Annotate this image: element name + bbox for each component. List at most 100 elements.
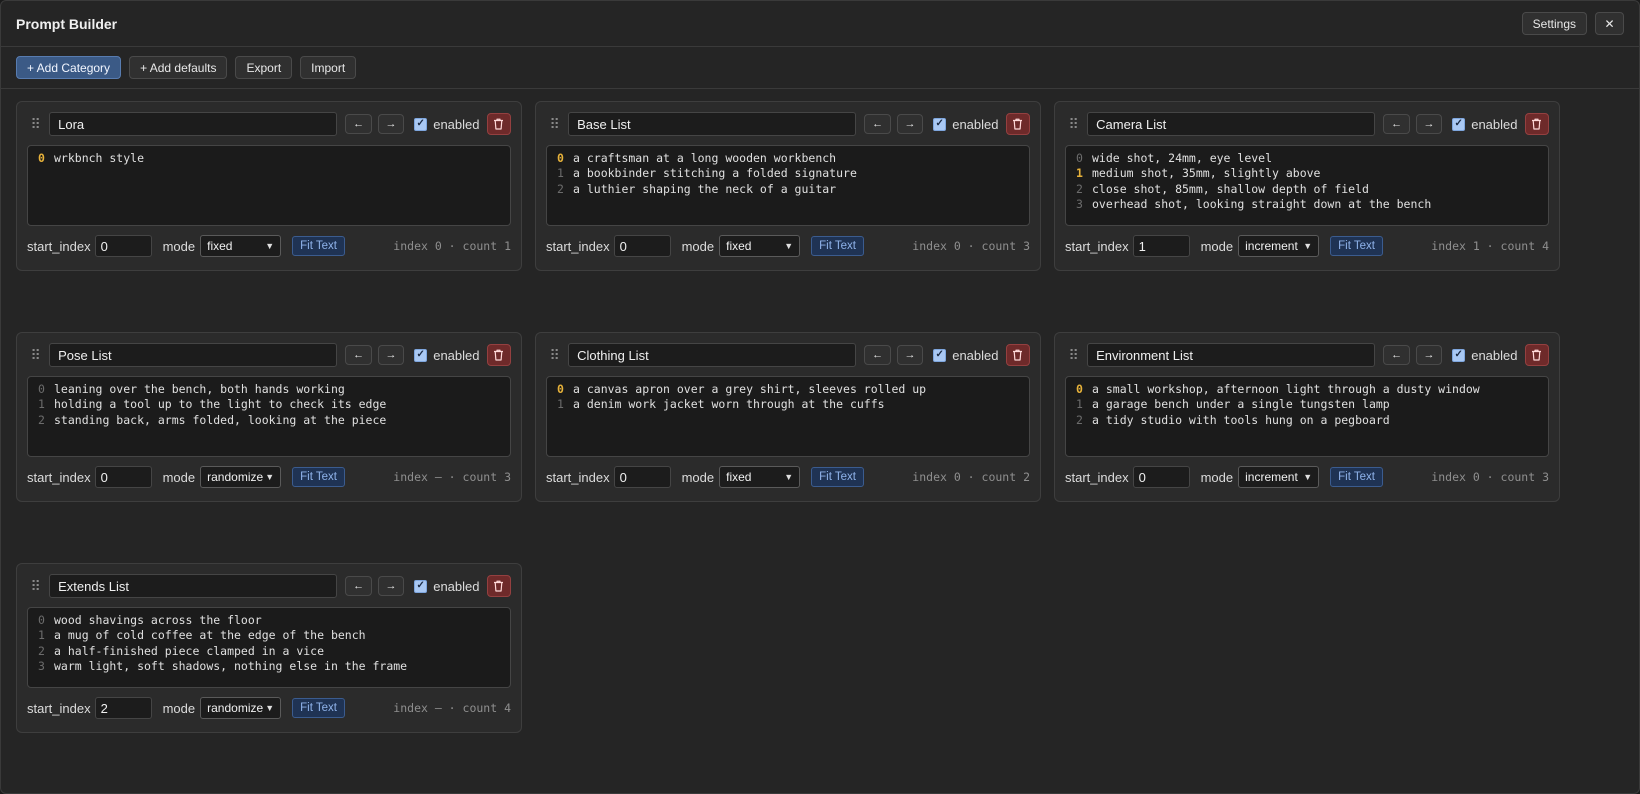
prompt-list-textarea[interactable]: 0 wide shot, 24mm, eye level 1 medium shot,…: [1065, 145, 1549, 226]
enabled-checkbox[interactable]: ✓: [1452, 117, 1466, 131]
drag-handle-icon[interactable]: ⠿: [1067, 348, 1080, 362]
fit-text-button[interactable]: Fit Text: [1330, 467, 1383, 487]
list-item-text: a bookbinder stitching a folded signatur…: [573, 166, 857, 181]
delete-button[interactable]: [486, 113, 512, 135]
category-name-input[interactable]: [49, 112, 338, 136]
enabled-toggle[interactable]: ✓ enabled: [1452, 117, 1518, 132]
close-button[interactable]: ✕: [1595, 12, 1624, 35]
prompt-list-textarea[interactable]: 0 wrkbnch style: [27, 145, 511, 226]
fit-text-button[interactable]: Fit Text: [292, 236, 345, 256]
enabled-toggle[interactable]: ✓ enabled: [1452, 348, 1518, 363]
mode-select[interactable]: fixed ▼: [719, 466, 801, 488]
enabled-toggle[interactable]: ✓ enabled: [414, 117, 480, 132]
drag-handle-icon[interactable]: ⠿: [548, 348, 561, 362]
line-number: 1: [557, 397, 564, 412]
mode-select[interactable]: fixed ▼: [719, 235, 801, 257]
move-left-button[interactable]: ←: [1383, 114, 1410, 134]
list-item-text: a denim work jacket worn through at the …: [573, 397, 885, 412]
prompt-list-textarea[interactable]: 0 wood shavings across the floor 1 a mug of…: [27, 607, 511, 688]
enabled-checkbox[interactable]: ✓: [1452, 348, 1466, 362]
move-right-button[interactable]: →: [896, 114, 924, 134]
start-index-label: start_index: [546, 469, 610, 485]
enabled-checkbox[interactable]: ✓: [933, 348, 947, 362]
list-item-text: wide shot, 24mm, eye level: [1092, 151, 1273, 165]
category-name-input[interactable]: [568, 112, 857, 136]
add-defaults-button[interactable]: + Add defaults: [129, 56, 228, 79]
move-left-button[interactable]: ←: [864, 345, 891, 365]
drag-handle-icon[interactable]: ⠿: [29, 348, 42, 362]
trash-icon: [1532, 118, 1542, 130]
export-button[interactable]: Export: [235, 56, 293, 79]
index-count-status: index 0 · count 1: [393, 239, 511, 253]
drag-handle-icon[interactable]: ⠿: [1067, 117, 1080, 131]
start-index-input[interactable]: [94, 466, 152, 488]
prompt-list-textarea[interactable]: 0 a canvas apron over a grey shirt, sleev…: [546, 376, 1030, 457]
mode-select[interactable]: randomize ▼: [200, 697, 282, 719]
import-button[interactable]: Import: [300, 56, 357, 79]
delete-button[interactable]: [1524, 113, 1550, 135]
move-left-button[interactable]: ←: [345, 345, 372, 365]
mode-select[interactable]: randomize ▼: [200, 466, 282, 488]
enabled-toggle[interactable]: ✓ enabled: [414, 347, 480, 363]
start-index-input[interactable]: [1132, 466, 1190, 488]
enabled-toggle[interactable]: ✓ enabled: [414, 579, 480, 594]
move-right-button[interactable]: →: [896, 345, 924, 365]
move-right-button[interactable]: →: [1415, 114, 1443, 134]
mode-select[interactable]: fixed ▼: [200, 235, 282, 257]
start-index-input[interactable]: [613, 466, 671, 488]
prompt-list-textarea[interactable]: 0a craftsman at a long wooden workbench 1…: [546, 145, 1030, 226]
drag-handle-icon[interactable]: ⠿: [29, 117, 42, 131]
delete-button[interactable]: [1005, 344, 1031, 366]
start-index-input[interactable]: [1132, 235, 1190, 257]
category-name-input[interactable]: [568, 343, 857, 367]
move-right-button[interactable]: →: [377, 576, 405, 596]
enabled-checkbox[interactable]: ✓: [414, 348, 428, 362]
category-name-input[interactable]: [1087, 343, 1376, 367]
category-name-input[interactable]: [49, 343, 338, 367]
drag-handle-icon[interactable]: ⠿: [548, 117, 561, 131]
index-count-status: index 0 · count 2: [912, 470, 1030, 484]
list-item: 0 a canvas apron over a grey shirt, sleev…: [557, 382, 1019, 397]
move-left-button[interactable]: ←: [1383, 345, 1410, 365]
mode-select[interactable]: increment ▼: [1238, 466, 1320, 488]
move-left-button[interactable]: ←: [345, 576, 372, 596]
enabled-toggle[interactable]: ✓ enabled: [933, 117, 999, 132]
enabled-checkbox[interactable]: ✓: [414, 117, 428, 131]
prompt-list-textarea[interactable]: 0 leaning over the bench, both hands work…: [27, 376, 511, 457]
category-name-input[interactable]: [49, 574, 338, 598]
start-index-input[interactable]: [94, 235, 152, 257]
enabled-checkbox[interactable]: ✓: [933, 117, 947, 131]
fit-text-button[interactable]: Fit Text: [811, 467, 864, 487]
delete-button[interactable]: [1524, 344, 1550, 366]
add-category-button[interactable]: + Add Category: [16, 56, 122, 79]
delete-button[interactable]: [1005, 113, 1031, 135]
enabled-label: enabled: [433, 347, 480, 363]
enabled-toggle[interactable]: ✓ enabled: [933, 348, 999, 363]
card-header: ⠿ ← → ✓ enabled: [27, 112, 512, 136]
enabled-checkbox[interactable]: ✓: [414, 579, 428, 593]
fit-text-button[interactable]: Fit Text: [811, 236, 864, 256]
settings-button[interactable]: Settings: [1521, 12, 1587, 35]
move-right-button[interactable]: →: [377, 114, 405, 134]
list-item: 3 warm light, soft shadows, nothing else …: [38, 659, 500, 674]
delete-button[interactable]: [486, 344, 512, 366]
move-right-button[interactable]: →: [1415, 345, 1443, 365]
list-item-text: medium shot, 35mm, slightly above: [1092, 166, 1321, 181]
fit-text-button[interactable]: Fit Text: [292, 467, 345, 487]
fit-text-button[interactable]: Fit Text: [292, 698, 345, 718]
mode-select[interactable]: increment ▼: [1238, 235, 1320, 257]
delete-button[interactable]: [486, 575, 512, 597]
drag-handle-icon[interactable]: ⠿: [29, 579, 42, 593]
move-right-button[interactable]: →: [377, 345, 405, 365]
move-left-button[interactable]: ←: [345, 114, 372, 134]
fit-text-button[interactable]: Fit Text: [1330, 236, 1383, 256]
trash-icon: [494, 349, 504, 361]
list-item-text: a garage bench under a single tungsten l…: [1092, 397, 1390, 412]
start-index-input[interactable]: [94, 697, 152, 719]
line-number: 0: [1076, 151, 1083, 165]
start-index-input[interactable]: [613, 235, 671, 257]
move-left-button[interactable]: ←: [864, 114, 891, 134]
line-number: 0: [38, 613, 45, 627]
category-name-input[interactable]: [1087, 112, 1376, 136]
prompt-list-textarea[interactable]: 0 a small workshop, afternoon light throu…: [1065, 376, 1549, 457]
